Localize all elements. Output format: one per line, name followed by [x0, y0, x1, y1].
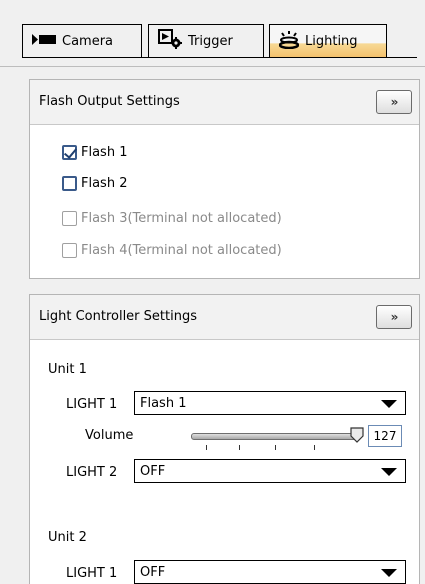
tab-camera-label: Camera — [62, 33, 114, 49]
light-controller-panel: Light Controller Settings » Unit 1 LIGHT… — [29, 294, 420, 584]
unit-1-heading: Unit 1 — [48, 362, 87, 377]
flash-output-expand-button[interactable]: » — [376, 90, 412, 114]
slider-tick — [275, 445, 276, 450]
slider-tick — [239, 445, 240, 450]
flash-3-checkbox-row: Flash 3(Terminal not allocated) — [62, 211, 282, 226]
volume-slider-track — [191, 433, 359, 440]
double-chevron-icon: » — [390, 310, 399, 324]
chevron-down-icon — [381, 400, 397, 408]
flash-4-label: Flash 4(Terminal not allocated) — [81, 243, 282, 258]
volume-slider-handle[interactable] — [350, 427, 364, 443]
volume-value-field[interactable]: 127 — [368, 425, 402, 447]
flash-3-label: Flash 3(Terminal not allocated) — [81, 211, 282, 226]
double-chevron-icon: » — [390, 95, 399, 109]
unit-1-light-1-label: LIGHT 1 — [66, 397, 118, 412]
tab-camera[interactable]: Camera — [22, 24, 142, 57]
tab-lighting-label: Lighting — [305, 34, 358, 49]
unit-1-light-2-select[interactable]: OFF — [134, 459, 406, 483]
flash-1-label: Flash 1 — [81, 145, 128, 160]
unit-2-light-1-value: OFF — [140, 565, 166, 580]
flash-2-label: Flash 2 — [81, 176, 128, 191]
flash-1-checkbox-row[interactable]: Flash 1 — [62, 145, 127, 160]
tab-trigger-label: Trigger — [188, 33, 233, 49]
chevron-down-icon — [381, 468, 397, 476]
flash-3-checkbox — [62, 211, 77, 226]
unit-1-light-1-select[interactable]: Flash 1 — [134, 391, 406, 415]
tab-lighting[interactable]: Lighting — [269, 24, 387, 58]
tab-divider — [22, 57, 417, 58]
tab-trigger[interactable]: Trigger — [148, 24, 264, 57]
unit-1-light-2-label: LIGHT 2 — [66, 465, 118, 480]
flash-output-panel: Flash Output Settings » Flash 1 Flash 2 … — [29, 79, 420, 279]
flash-4-checkbox-row: Flash 4(Terminal not allocated) — [62, 243, 282, 258]
slider-tick — [314, 445, 315, 450]
trigger-icon — [158, 29, 182, 53]
chevron-down-icon — [381, 569, 397, 577]
flash-4-checkbox — [62, 243, 77, 258]
light-controller-title: Light Controller Settings — [39, 309, 197, 324]
light-controller-header: Light Controller Settings » — [30, 295, 419, 340]
lighting-icon — [278, 30, 300, 53]
unit-2-light-1-label: LIGHT 1 — [66, 566, 118, 581]
volume-value: 127 — [373, 429, 397, 443]
flash-output-header: Flash Output Settings » — [30, 80, 419, 125]
slider-tick — [206, 445, 207, 450]
flash-1-checkbox[interactable] — [62, 145, 77, 160]
unit-2-light-1-select[interactable]: OFF — [134, 560, 406, 584]
flash-2-checkbox-row[interactable]: Flash 2 — [62, 176, 127, 191]
unit-2-heading: Unit 2 — [48, 530, 87, 545]
volume-slider[interactable] — [30, 427, 420, 453]
tab-bar: Camera Trigger Lighting — [0, 0, 425, 67]
light-controller-expand-button[interactable]: » — [376, 305, 412, 329]
unit-1-light-2-value: OFF — [140, 464, 166, 479]
camera-icon — [32, 33, 56, 49]
unit-1-light-1-value: Flash 1 — [140, 396, 187, 411]
flash-output-title: Flash Output Settings — [39, 94, 180, 109]
flash-2-checkbox[interactable] — [62, 176, 77, 191]
